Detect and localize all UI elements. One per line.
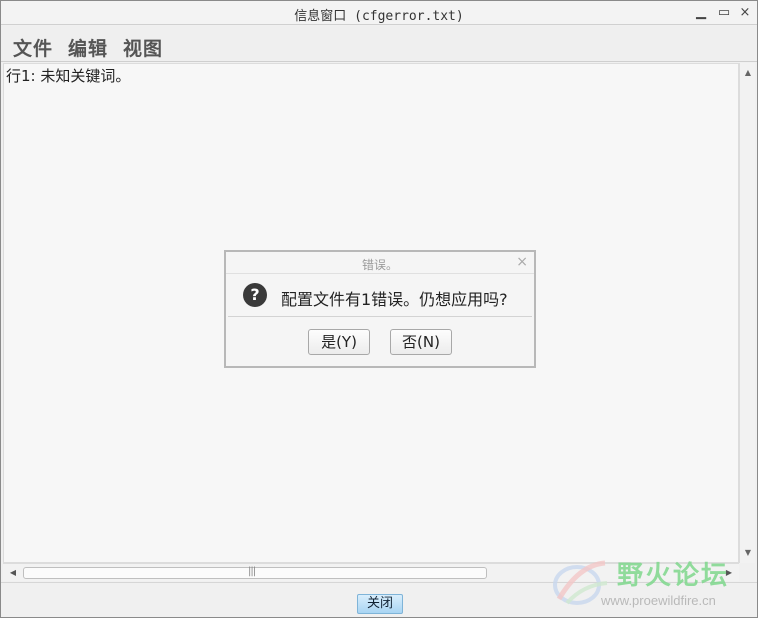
menu-file[interactable]: 文件 [13,34,53,61]
menu-bar: 文件 编辑 视图 [1,26,757,62]
scroll-up-icon[interactable]: ▲ [740,65,756,81]
horizontal-scroll-thumb[interactable]: ||| [23,566,487,579]
info-window: 信息窗口 (cfgerror.txt) ▁ ▭ × 文件 编辑 视图 行1: 未… [0,0,758,618]
menu-view[interactable]: 视图 [123,34,163,61]
window-close-button[interactable]: × [735,3,755,23]
dialog-title-bar: 错误。 × [226,252,534,274]
dialog-divider [228,316,532,317]
question-icon: ? [243,283,267,307]
dialog-title: 错误。 [361,258,398,272]
close-button[interactable]: 关闭 [357,594,403,614]
dialog-message: 配置文件有1错误。仍想应用吗? [281,290,508,309]
scroll-left-icon[interactable]: ◀ [5,564,21,582]
minimize-button[interactable]: ▁ [691,3,711,23]
window-title: 信息窗口 (cfgerror.txt) [294,9,464,24]
yes-button[interactable]: 是(Y) [308,329,370,355]
maximize-button[interactable]: ▭ [714,3,734,23]
watermark-text: 野火论坛 [617,561,730,591]
no-button[interactable]: 否(N) [390,329,452,355]
watermark: 野火论坛 www.proewildfire.cn [549,553,757,615]
text-line: 行1: 未知关键词。 [6,67,131,85]
scroll-grip-icon: ||| [248,566,256,577]
menu-edit[interactable]: 编辑 [68,34,108,61]
vertical-scrollbar[interactable]: ▲ ▼ [739,63,755,563]
title-bar: 信息窗口 (cfgerror.txt) ▁ ▭ × [1,1,757,25]
error-dialog: 错误。 × ? 配置文件有1错误。仍想应用吗? 是(Y) 否(N) [224,250,536,368]
dialog-close-icon[interactable]: × [516,254,528,270]
watermark-url: www.proewildfire.cn [601,593,716,608]
